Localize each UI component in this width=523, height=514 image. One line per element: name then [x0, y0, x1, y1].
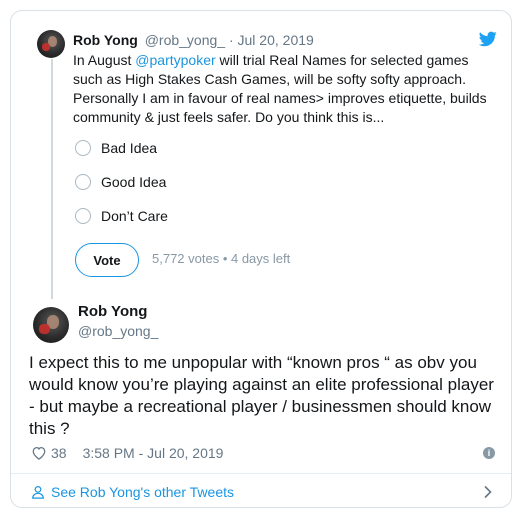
mention-link[interactable]: @partypoker [135, 52, 215, 68]
tweet-embed-card: Rob Yong @rob_yong_ · Jul 20, 2019 In Au… [10, 10, 512, 508]
divider [11, 473, 511, 474]
tweet-text: I expect this to me unpopular with “know… [29, 353, 494, 438]
info-icon[interactable]: i [483, 447, 495, 459]
poll-option-good-idea[interactable]: Good Idea [75, 171, 166, 193]
vote-button[interactable]: Vote [75, 243, 139, 277]
radio-button[interactable] [75, 140, 91, 156]
tweet-timestamp[interactable]: 3:58 PM - Jul 20, 2019 [83, 445, 224, 461]
other-tweets-link[interactable]: See Rob Yong's other Tweets [31, 482, 234, 502]
quoted-tweet-meta[interactable]: @rob_yong_ · Jul 20, 2019 [145, 32, 314, 48]
tweet-stats: 38 3:58 PM - Jul 20, 2019 [31, 443, 223, 463]
author-handle[interactable]: @rob_yong_ [78, 323, 158, 339]
quoted-author-avatar[interactable] [37, 30, 65, 58]
like-count[interactable]: 38 [51, 445, 67, 461]
chevron-right-icon[interactable] [483, 485, 493, 499]
radio-button[interactable] [75, 208, 91, 224]
quoted-author-name[interactable]: Rob Yong [73, 32, 138, 48]
thread-line [51, 59, 53, 299]
radio-button[interactable] [75, 174, 91, 190]
person-icon [32, 485, 44, 499]
author-avatar[interactable] [33, 307, 69, 343]
quoted-tweet-header: Rob Yong @rob_yong_ · Jul 20, 2019 [73, 31, 314, 49]
heart-icon[interactable] [31, 446, 47, 460]
author-name[interactable]: Rob Yong [78, 303, 147, 320]
quoted-tweet-text: In August @partypoker will trial Real Na… [73, 52, 487, 125]
poll-summary: 5,772 votes • 4 days left [152, 251, 291, 266]
poll-option-dont-care[interactable]: Don’t Care [75, 205, 168, 227]
poll-option-bad-idea[interactable]: Bad Idea [75, 137, 157, 159]
twitter-bird-icon[interactable] [479, 31, 497, 47]
